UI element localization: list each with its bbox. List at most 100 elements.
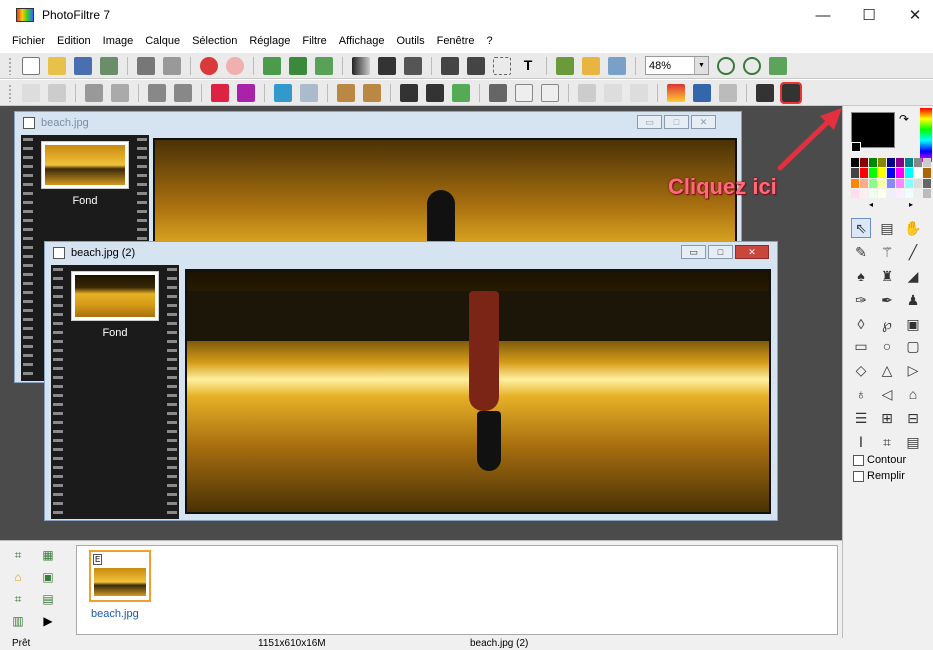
save-icon[interactable] — [74, 56, 92, 75]
contour-checkbox[interactable]: Contour — [853, 454, 906, 466]
text-tool-icon[interactable]: T — [519, 57, 537, 75]
canvas-size-icon[interactable] — [467, 56, 485, 75]
gamma-up-icon[interactable] — [148, 83, 166, 102]
drop-fill-icon[interactable] — [541, 83, 559, 102]
folder-copy-icon[interactable]: ⌗ — [10, 591, 26, 607]
spray-icon[interactable]: ♜ — [877, 266, 897, 286]
fill-icon[interactable]: ♠ — [851, 266, 871, 286]
hand-icon[interactable]: ✋ — [903, 218, 923, 238]
window-icon[interactable] — [608, 56, 626, 75]
auto-contrast-icon[interactable] — [363, 83, 381, 102]
blur-icon[interactable] — [300, 83, 318, 102]
remplir-checkbox[interactable]: Remplir — [853, 470, 905, 482]
close-icon[interactable]: ✕ — [691, 115, 716, 129]
flip-vertical-icon[interactable] — [780, 81, 802, 104]
zoom-select[interactable]: 48% ▼ — [645, 56, 709, 75]
auto-levels-icon[interactable] — [337, 83, 355, 102]
contrast-up-icon[interactable] — [85, 83, 103, 102]
brightness-up-icon[interactable] — [22, 83, 40, 102]
frame-icon[interactable] — [667, 83, 685, 102]
window-titlebar[interactable]: beach.jpg — [15, 112, 741, 134]
image-icon[interactable] — [719, 83, 737, 102]
image-size-icon[interactable] — [441, 56, 459, 75]
grayscale-icon[interactable] — [489, 83, 507, 102]
open-shape-icon[interactable]: ⌂ — [903, 384, 923, 404]
lasso-icon[interactable]: ♁ — [851, 384, 871, 404]
clone-icon[interactable]: ▣ — [903, 314, 923, 334]
transparency-icon[interactable] — [378, 56, 396, 75]
toolbar-grip[interactable] — [8, 56, 12, 75]
menu-fichier[interactable]: Fichier — [12, 35, 45, 47]
pipette-icon[interactable]: ✎ — [851, 242, 871, 262]
ratio-32-icon[interactable]: ⊟ — [903, 408, 923, 428]
background-color[interactable] — [851, 142, 861, 152]
align-icon[interactable]: ☰ — [851, 408, 871, 428]
folder-settings-icon[interactable]: ▥ — [10, 613, 26, 629]
copy-icon[interactable] — [263, 56, 281, 75]
rectangle-icon[interactable]: ▭ — [851, 336, 871, 356]
flip-horizontal-icon[interactable] — [756, 83, 774, 102]
print-icon[interactable] — [137, 56, 155, 75]
ellipse-icon[interactable]: ○ — [877, 336, 897, 356]
save-as-icon[interactable] — [100, 56, 118, 75]
color-spectrum[interactable] — [920, 108, 932, 162]
rounded-rect-icon[interactable]: ▢ — [903, 336, 923, 356]
triangle-icon[interactable] — [604, 83, 622, 102]
document-window-beach-2[interactable]: beach.jpg (2) ▭ □ ✕ Fond — [44, 241, 778, 521]
menu-help[interactable]: ? — [487, 35, 493, 47]
window-shape-icon[interactable]: ▤ — [903, 432, 923, 452]
gradient-icon[interactable] — [352, 56, 370, 75]
menu-affichage[interactable]: Affichage — [339, 35, 385, 47]
undo-icon[interactable] — [200, 56, 218, 75]
drop-icon[interactable] — [515, 83, 533, 102]
diamond-icon[interactable]: ◇ — [851, 360, 871, 380]
contrast-down-icon[interactable] — [111, 83, 129, 102]
sharpen-icon[interactable] — [274, 83, 292, 102]
layer-thumbnail[interactable] — [41, 141, 129, 189]
mosaic-icon[interactable] — [426, 83, 444, 102]
maximize-icon[interactable]: □ — [708, 245, 733, 259]
scroll-left-icon[interactable]: ◂ — [869, 200, 873, 210]
zoom-in-icon[interactable] — [717, 56, 735, 75]
paste-icon[interactable] — [289, 56, 307, 75]
paste-new-icon[interactable] — [315, 56, 333, 75]
browser-file-label[interactable]: beach.jpg — [91, 608, 139, 620]
filter-icon[interactable] — [404, 56, 422, 75]
close-button[interactable]: ✕ — [892, 0, 933, 30]
new-file-icon[interactable] — [22, 56, 40, 75]
brightness-down-icon[interactable] — [48, 83, 66, 102]
text-box-icon[interactable]: Ⅰ — [851, 432, 871, 452]
folder-open-icon[interactable]: ⌂ — [10, 569, 26, 585]
texture-icon[interactable] — [452, 83, 470, 102]
window-titlebar[interactable]: beach.jpg (2) — [45, 242, 777, 264]
folder-image-icon[interactable]: ▣ — [40, 569, 56, 585]
minimize-icon[interactable]: ▭ — [637, 115, 662, 129]
menu-reglage[interactable]: Réglage — [249, 35, 290, 47]
line-icon[interactable]: ╱ — [903, 242, 923, 262]
blur-drop-icon[interactable]: ◊ — [851, 314, 871, 334]
menu-fenetre[interactable]: Fenêtre — [437, 35, 475, 47]
shape-icon[interactable] — [578, 83, 596, 102]
redo-icon[interactable] — [226, 56, 244, 75]
magic-select-icon[interactable]: ▤ — [877, 218, 897, 238]
maximize-icon[interactable]: □ — [664, 115, 689, 129]
pointer-icon[interactable]: ⇖ — [851, 218, 871, 238]
grid-icon[interactable] — [400, 83, 418, 102]
checkbox-box[interactable] — [853, 454, 864, 466]
folder-list-icon[interactable]: ▦ — [40, 547, 56, 563]
menu-calque[interactable]: Calque — [145, 35, 180, 47]
arrow-shape-icon[interactable]: ▷ — [903, 360, 923, 380]
minimize-button[interactable]: — — [800, 0, 846, 30]
saturation-up-icon[interactable] — [211, 83, 229, 102]
layers-icon[interactable] — [556, 56, 574, 75]
maximize-button[interactable]: ☐ — [846, 0, 892, 30]
gamma-down-icon[interactable] — [174, 83, 192, 102]
browser-thumbnail[interactable]: E — [89, 550, 151, 602]
border-icon[interactable] — [693, 83, 711, 102]
scan-icon[interactable] — [163, 56, 181, 75]
smudge-icon[interactable]: ℘ — [877, 314, 897, 334]
checkbox-box[interactable] — [853, 470, 864, 482]
menu-selection[interactable]: Sélection — [192, 35, 237, 47]
play-icon[interactable]: ▶ — [40, 613, 56, 629]
close-icon[interactable]: ✕ — [735, 245, 769, 259]
